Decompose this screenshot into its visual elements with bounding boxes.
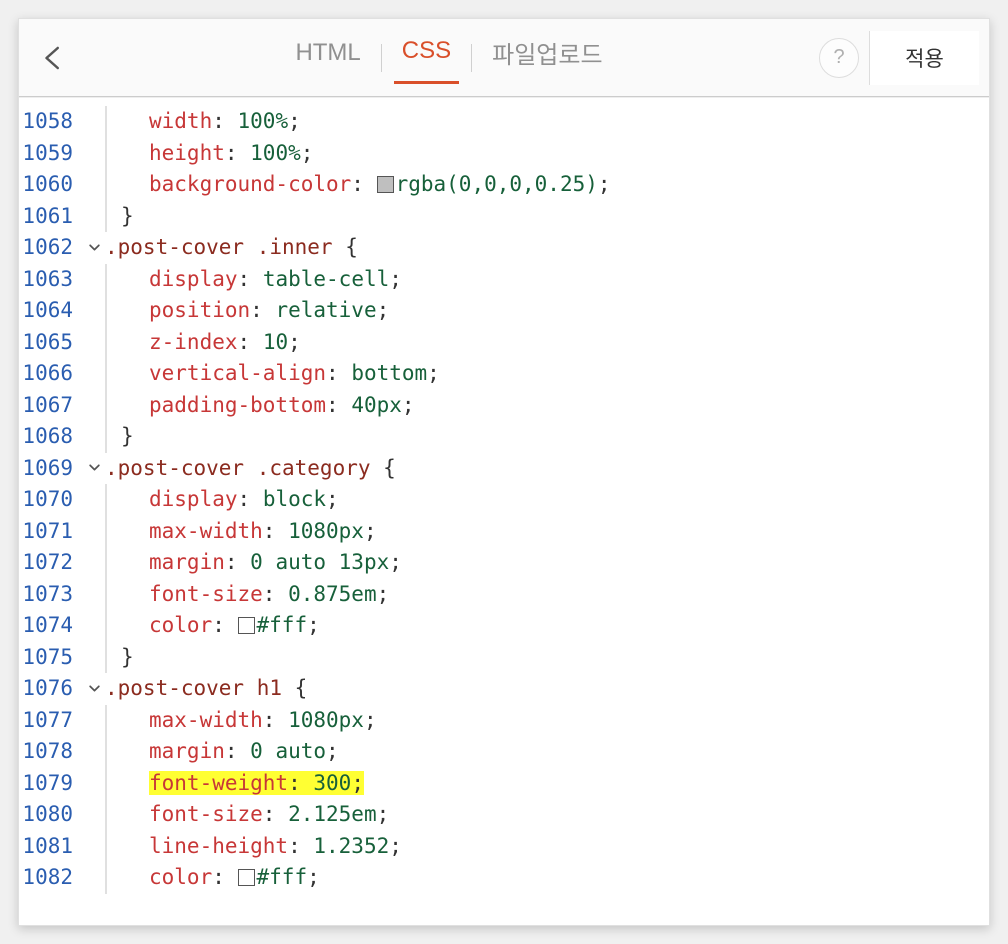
code-line[interactable]: } <box>105 421 989 453</box>
line-number: 1076 <box>19 673 73 705</box>
fold-empty <box>83 547 105 579</box>
code-line[interactable]: color: #fff; <box>105 862 989 894</box>
line-number: 1069 <box>19 453 73 485</box>
fold-empty <box>83 201 105 233</box>
code-line[interactable]: width: 100%; <box>105 106 989 138</box>
line-number-gutter: 1058105910601061106210631064106510661067… <box>19 106 73 894</box>
code-line[interactable]: margin: 0 auto 13px; <box>105 547 989 579</box>
line-number: 1070 <box>19 484 73 516</box>
tab-separator <box>381 44 382 72</box>
line-number: 1077 <box>19 705 73 737</box>
fold-chevron-icon[interactable] <box>83 453 105 485</box>
code-line[interactable]: padding-bottom: 40px; <box>105 390 989 422</box>
fold-empty <box>83 106 105 138</box>
tabs: HTML CSS 파일업로드 <box>79 29 819 86</box>
fold-chevron-icon[interactable] <box>83 232 105 264</box>
code-line[interactable]: height: 100%; <box>105 138 989 170</box>
code-line[interactable]: font-size: 0.875em; <box>105 579 989 611</box>
fold-empty <box>83 516 105 548</box>
code-line[interactable]: .post-cover h1 { <box>105 673 989 705</box>
code-line[interactable]: } <box>105 642 989 674</box>
back-button[interactable] <box>29 33 79 83</box>
line-number: 1068 <box>19 421 73 453</box>
tab-file-upload[interactable]: 파일업로드 <box>484 29 610 86</box>
code-content[interactable]: width: 100%;height: 100%;background-colo… <box>105 106 989 894</box>
color-swatch-icon <box>238 869 255 886</box>
line-number: 1059 <box>19 138 73 170</box>
help-button[interactable]: ? <box>819 38 859 78</box>
line-number: 1066 <box>19 358 73 390</box>
code-line[interactable]: font-size: 2.125em; <box>105 799 989 831</box>
fold-chevron-icon[interactable] <box>83 673 105 705</box>
code-line[interactable]: color: #fff; <box>105 610 989 642</box>
code-line[interactable]: max-width: 1080px; <box>105 705 989 737</box>
code-line[interactable]: z-index: 10; <box>105 327 989 359</box>
line-number: 1081 <box>19 831 73 863</box>
fold-empty <box>83 264 105 296</box>
editor-window: HTML CSS 파일업로드 ? 적용 10581059106010611062… <box>18 18 990 926</box>
color-swatch-icon <box>238 617 255 634</box>
fold-empty <box>83 390 105 422</box>
line-number: 1071 <box>19 516 73 548</box>
line-number: 1075 <box>19 642 73 674</box>
line-number: 1064 <box>19 295 73 327</box>
line-number: 1062 <box>19 232 73 264</box>
fold-empty <box>83 579 105 611</box>
line-number: 1058 <box>19 106 73 138</box>
line-number: 1067 <box>19 390 73 422</box>
tab-html[interactable]: HTML <box>287 33 368 83</box>
fold-empty <box>83 862 105 894</box>
fold-empty <box>83 736 105 768</box>
tab-css[interactable]: CSS <box>394 31 459 84</box>
tab-separator <box>471 44 472 72</box>
fold-empty <box>83 768 105 800</box>
code-line[interactable]: .post-cover .category { <box>105 453 989 485</box>
fold-empty <box>83 169 105 201</box>
color-swatch-icon <box>377 176 394 193</box>
code-line[interactable]: font-weight: 300; <box>105 768 989 800</box>
highlighted-code: font-weight: 300; <box>149 771 364 795</box>
line-number: 1074 <box>19 610 73 642</box>
code-line[interactable]: display: table-cell; <box>105 264 989 296</box>
line-number: 1073 <box>19 579 73 611</box>
code-line[interactable]: .post-cover .inner { <box>105 232 989 264</box>
fold-empty <box>83 799 105 831</box>
fold-empty <box>83 295 105 327</box>
fold-empty <box>83 642 105 674</box>
line-number: 1080 <box>19 799 73 831</box>
code-line[interactable]: display: block; <box>105 484 989 516</box>
code-line[interactable]: max-width: 1080px; <box>105 516 989 548</box>
fold-empty <box>83 705 105 737</box>
line-number: 1060 <box>19 169 73 201</box>
code-line[interactable]: position: relative; <box>105 295 989 327</box>
apply-button[interactable]: 적용 <box>869 31 979 85</box>
code-line[interactable]: } <box>105 201 989 233</box>
line-number: 1078 <box>19 736 73 768</box>
fold-gutter <box>83 106 105 894</box>
code-line[interactable]: vertical-align: bottom; <box>105 358 989 390</box>
fold-empty <box>83 610 105 642</box>
line-number: 1082 <box>19 862 73 894</box>
code-editor[interactable]: 1058105910601061106210631064106510661067… <box>19 97 989 925</box>
fold-empty <box>83 484 105 516</box>
line-number: 1072 <box>19 547 73 579</box>
code-line[interactable]: margin: 0 auto; <box>105 736 989 768</box>
code-line[interactable]: line-height: 1.2352; <box>105 831 989 863</box>
fold-empty <box>83 831 105 863</box>
fold-empty <box>83 138 105 170</box>
line-number: 1079 <box>19 768 73 800</box>
line-number: 1061 <box>19 201 73 233</box>
arrow-left-icon <box>39 43 69 73</box>
line-number: 1063 <box>19 264 73 296</box>
fold-empty <box>83 327 105 359</box>
line-number: 1065 <box>19 327 73 359</box>
fold-empty <box>83 421 105 453</box>
code-line[interactable]: background-color: rgba(0,0,0,0.25); <box>105 169 989 201</box>
fold-empty <box>83 358 105 390</box>
toolbar: HTML CSS 파일업로드 ? 적용 <box>19 19 989 97</box>
